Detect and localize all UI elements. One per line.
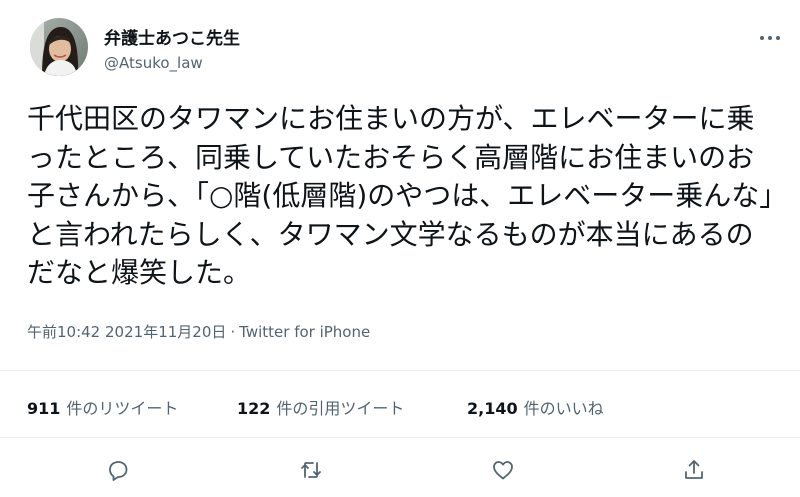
likes-count: 2,140 xyxy=(467,399,518,418)
more-horizontal-icon xyxy=(760,36,780,40)
display-name[interactable]: 弁護士あつこ先生 xyxy=(104,24,240,49)
retweets-label: 件のリツイート xyxy=(66,399,179,418)
tweet-text: 千代田区のタワマンにお住まいの方が、エレベーターに乗ったところ、同乗していたおそ… xyxy=(27,102,774,289)
divider xyxy=(0,370,800,371)
user-handle[interactable]: @Atsuko_law xyxy=(104,54,203,72)
quotes-count: 122 xyxy=(237,399,271,418)
action-bar xyxy=(0,450,800,490)
share-icon xyxy=(685,460,703,479)
tweet-card: 弁護士あつこ先生 @Atsuko_law 千代田区のタワマンにお住まいの方が、エ… xyxy=(0,0,800,497)
likes-label: 件のいいね xyxy=(523,399,604,418)
likes-stat[interactable]: 2,140 件のいいね xyxy=(467,395,604,419)
avatar-image xyxy=(30,18,88,76)
like-icon xyxy=(493,461,513,480)
retweet-icon xyxy=(301,462,321,478)
reply-button[interactable] xyxy=(102,456,134,484)
tweet-date[interactable]: 2021年11月20日 xyxy=(105,323,226,341)
like-button[interactable] xyxy=(487,456,519,484)
more-options-button[interactable] xyxy=(752,26,788,50)
retweet-button[interactable] xyxy=(295,456,327,484)
tweet-source[interactable]: Twitter for iPhone xyxy=(239,323,370,341)
retweets-count: 911 xyxy=(27,399,61,418)
share-button[interactable] xyxy=(678,456,710,484)
quotes-label: 件の引用ツイート xyxy=(276,399,405,418)
meta-separator: · xyxy=(230,323,236,341)
divider xyxy=(0,437,800,438)
avatar[interactable] xyxy=(30,18,88,76)
quotes-stat[interactable]: 122 件の引用ツイート xyxy=(237,395,404,419)
retweets-stat[interactable]: 911 件のリツイート xyxy=(27,395,178,419)
reply-icon xyxy=(109,461,128,481)
tweet-meta: 午前10:42 2021年11月20日 · Twitter for iPhone xyxy=(27,321,370,342)
tweet-time[interactable]: 午前10:42 xyxy=(27,323,100,341)
